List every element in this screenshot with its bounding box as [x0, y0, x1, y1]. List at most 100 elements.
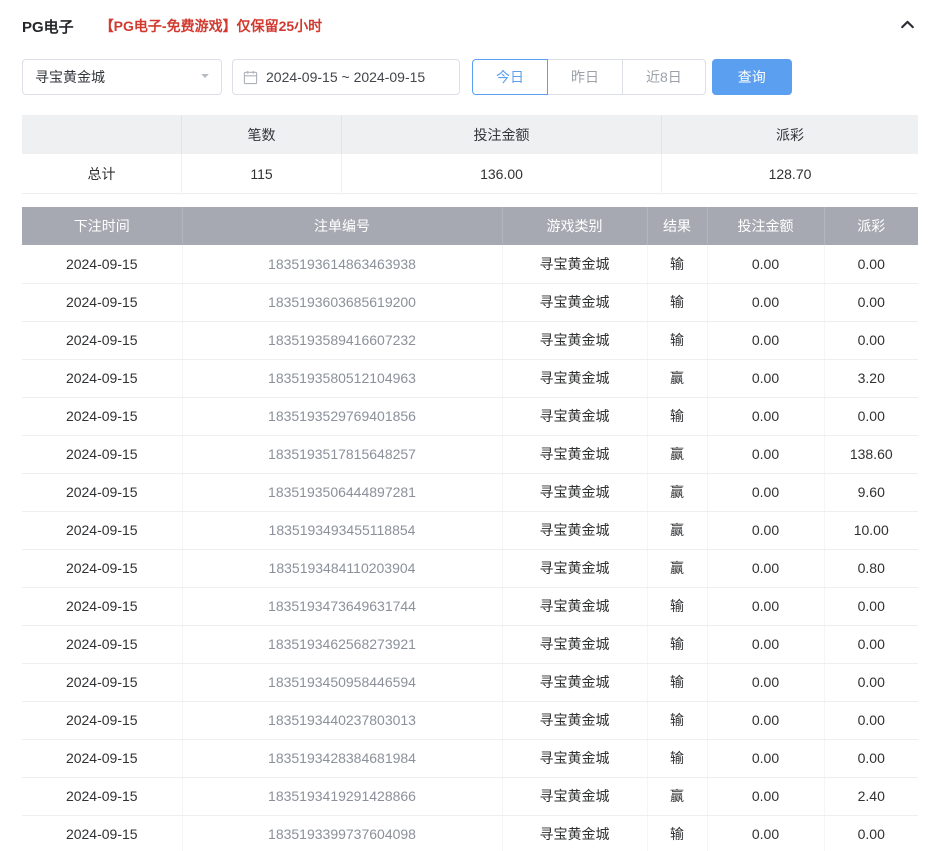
- bet-records-table: 下注时间注单编号游戏类别结果投注金额派彩 2024-09-15183519361…: [22, 207, 918, 851]
- table-row: 2024-09-151835193529769401856寻宝黄金城输0.000…: [22, 397, 918, 435]
- bet-time-cell: 2024-09-15: [22, 321, 182, 359]
- date-range-input[interactable]: 2024-09-15 ~ 2024-09-15: [232, 59, 460, 95]
- payout-cell: 10.00: [824, 511, 918, 549]
- bet-time-cell: 2024-09-15: [22, 625, 182, 663]
- summary-header-blank: [22, 115, 182, 154]
- table-row: 2024-09-151835193450958446594寻宝黄金城输0.000…: [22, 663, 918, 701]
- table-row: 2024-09-151835193614863463938寻宝黄金城输0.000…: [22, 245, 918, 283]
- result-cell: 赢: [647, 549, 707, 587]
- result-cell: 赢: [647, 511, 707, 549]
- game-type-cell: 寻宝黄金城: [502, 435, 647, 473]
- bet-id-cell: 1835193506444897281: [182, 473, 502, 511]
- table-row: 2024-09-151835193399737604098寻宝黄金城输0.000…: [22, 815, 918, 851]
- bet-amount-cell: 0.00: [707, 549, 824, 587]
- bet-time-cell: 2024-09-15: [22, 587, 182, 625]
- search-button[interactable]: 查询: [712, 59, 792, 95]
- bet-amount-cell: 0.00: [707, 359, 824, 397]
- quick-range-yesterday[interactable]: 昨日: [547, 59, 623, 95]
- result-cell: 赢: [647, 777, 707, 815]
- column-header-0: 下注时间: [22, 207, 182, 245]
- bet-amount-cell: 0.00: [707, 777, 824, 815]
- game-type-cell: 寻宝黄金城: [502, 549, 647, 587]
- quick-range-last8days[interactable]: 近8日: [622, 59, 706, 95]
- game-type-cell: 寻宝黄金城: [502, 777, 647, 815]
- summary-header-payout: 派彩: [662, 115, 918, 154]
- payout-cell: 0.00: [824, 587, 918, 625]
- result-cell: 输: [647, 245, 707, 283]
- game-type-cell: 寻宝黄金城: [502, 359, 647, 397]
- payout-cell: 0.00: [824, 397, 918, 435]
- table-row: 2024-09-151835193589416607232寻宝黄金城输0.000…: [22, 321, 918, 359]
- payout-cell: 0.80: [824, 549, 918, 587]
- bet-amount-cell: 0.00: [707, 397, 824, 435]
- bet-id-cell: 1835193473649631744: [182, 587, 502, 625]
- bet-amount-cell: 0.00: [707, 701, 824, 739]
- summary-total-payout: 128.70: [662, 154, 918, 194]
- summary-total-bet-amount: 136.00: [342, 154, 662, 194]
- panel-header: PG电子 【PG电子-免费游戏】仅保留25小时: [0, 0, 940, 47]
- payout-cell: 138.60: [824, 435, 918, 473]
- column-header-5: 派彩: [824, 207, 918, 245]
- game-select-value: 寻宝黄金城: [35, 67, 105, 87]
- bet-time-cell: 2024-09-15: [22, 815, 182, 851]
- bet-id-cell: 1835193484110203904: [182, 549, 502, 587]
- bet-id-cell: 1835193450958446594: [182, 663, 502, 701]
- bet-amount-cell: 0.00: [707, 625, 824, 663]
- bet-table-header-row: 下注时间注单编号游戏类别结果投注金额派彩: [22, 207, 918, 245]
- bet-id-cell: 1835193589416607232: [182, 321, 502, 359]
- chevron-up-icon: [899, 16, 916, 36]
- game-type-cell: 寻宝黄金城: [502, 663, 647, 701]
- result-cell: 输: [647, 321, 707, 359]
- quick-range-today[interactable]: 今日: [472, 59, 548, 95]
- bet-time-cell: 2024-09-15: [22, 473, 182, 511]
- result-cell: 输: [647, 397, 707, 435]
- table-row: 2024-09-151835193473649631744寻宝黄金城输0.000…: [22, 587, 918, 625]
- table-row: 2024-09-151835193440237803013寻宝黄金城输0.000…: [22, 701, 918, 739]
- result-cell: 赢: [647, 473, 707, 511]
- result-cell: 输: [647, 587, 707, 625]
- table-row: 2024-09-151835193506444897281寻宝黄金城赢0.009…: [22, 473, 918, 511]
- payout-cell: 0.00: [824, 625, 918, 663]
- date-range-value: 2024-09-15 ~ 2024-09-15: [266, 69, 425, 85]
- bet-id-cell: 1835193493455118854: [182, 511, 502, 549]
- table-row: 2024-09-151835193493455118854寻宝黄金城赢0.001…: [22, 511, 918, 549]
- bet-amount-cell: 0.00: [707, 739, 824, 777]
- bet-id-cell: 1835193399737604098: [182, 815, 502, 851]
- chevron-down-icon: [199, 69, 211, 85]
- bet-table-body: 2024-09-151835193614863463938寻宝黄金城输0.000…: [22, 245, 918, 851]
- game-type-cell: 寻宝黄金城: [502, 739, 647, 777]
- table-row: 2024-09-151835193428384681984寻宝黄金城输0.000…: [22, 739, 918, 777]
- game-type-cell: 寻宝黄金城: [502, 587, 647, 625]
- result-cell: 输: [647, 663, 707, 701]
- bet-id-cell: 1835193603685619200: [182, 283, 502, 321]
- result-cell: 输: [647, 701, 707, 739]
- table-row: 2024-09-151835193419291428866寻宝黄金城赢0.002…: [22, 777, 918, 815]
- bet-id-cell: 1835193428384681984: [182, 739, 502, 777]
- collapse-panel-button[interactable]: [896, 15, 918, 37]
- column-header-3: 结果: [647, 207, 707, 245]
- game-type-cell: 寻宝黄金城: [502, 701, 647, 739]
- summary-total-label: 总计: [22, 154, 182, 194]
- payout-cell: 0.00: [824, 701, 918, 739]
- bet-time-cell: 2024-09-15: [22, 283, 182, 321]
- column-header-2: 游戏类别: [502, 207, 647, 245]
- summary-header-bet-amount: 投注金额: [342, 115, 662, 154]
- bet-amount-cell: 0.00: [707, 321, 824, 359]
- bet-time-cell: 2024-09-15: [22, 549, 182, 587]
- bet-id-cell: 1835193614863463938: [182, 245, 502, 283]
- payout-cell: 0.00: [824, 283, 918, 321]
- game-select[interactable]: 寻宝黄金城: [22, 59, 222, 95]
- bet-time-cell: 2024-09-15: [22, 245, 182, 283]
- bet-time-cell: 2024-09-15: [22, 359, 182, 397]
- payout-cell: 0.00: [824, 739, 918, 777]
- column-header-4: 投注金额: [707, 207, 824, 245]
- calendar-icon: [243, 70, 258, 85]
- game-type-cell: 寻宝黄金城: [502, 397, 647, 435]
- bet-id-cell: 1835193462568273921: [182, 625, 502, 663]
- game-type-cell: 寻宝黄金城: [502, 511, 647, 549]
- bet-id-cell: 1835193580512104963: [182, 359, 502, 397]
- bet-time-cell: 2024-09-15: [22, 739, 182, 777]
- filter-bar: 寻宝黄金城 2024-09-15 ~ 2024-09-15 今日 昨日 近8日 …: [0, 47, 940, 95]
- bet-time-cell: 2024-09-15: [22, 663, 182, 701]
- payout-cell: 2.40: [824, 777, 918, 815]
